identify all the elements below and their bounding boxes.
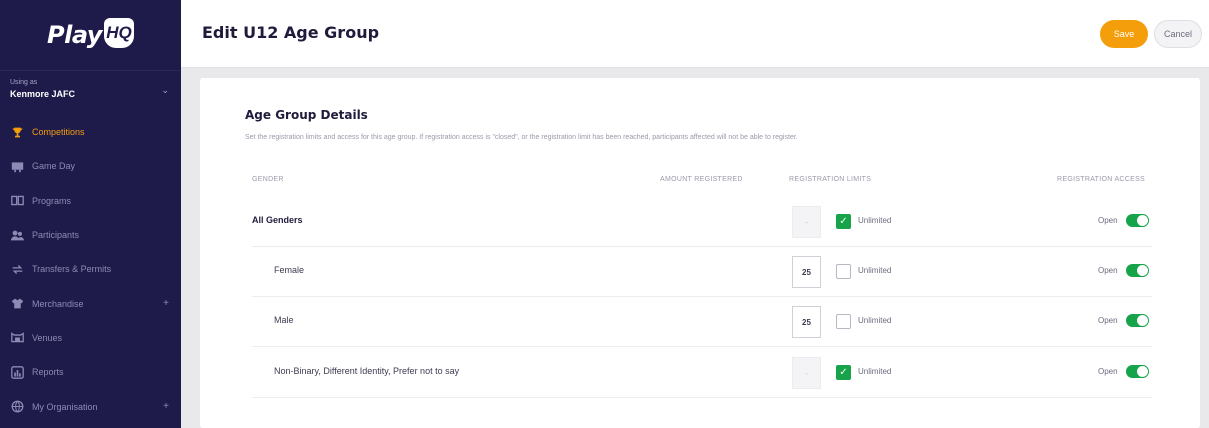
unlimited-label: Unlimited: [858, 367, 892, 376]
sidebar-item-label: Competitions: [32, 127, 85, 138]
report-icon: [10, 365, 24, 379]
unlimited-label: Unlimited: [858, 316, 892, 325]
registration-limit-input: -: [792, 206, 821, 238]
sidebar-item-venues[interactable]: Venues: [0, 321, 181, 355]
registration-limit-input[interactable]: 25: [792, 256, 821, 288]
sidebar-item-label: Reports: [32, 367, 64, 378]
gender-name: Female: [274, 265, 305, 275]
section-description: Set the registration limits and access f…: [245, 134, 798, 141]
expand-plus-icon: +: [163, 401, 169, 413]
transfer-icon: [10, 262, 24, 276]
registration-access-toggle[interactable]: [1126, 214, 1149, 227]
unlimited-checkbox[interactable]: [836, 314, 851, 329]
unlimited-checkbox[interactable]: [836, 264, 851, 279]
sidebar-item-merchandise[interactable]: Merchandise +: [0, 286, 181, 320]
organisation-name: Kenmore JAFC: [10, 89, 76, 99]
column-header-amount-registered: AMOUNT REGISTERED: [660, 176, 743, 183]
sidebar-item-label: Venues: [32, 332, 63, 343]
sidebar-item-label: Game Day: [32, 161, 76, 172]
registration-limit-input: -: [792, 357, 821, 389]
column-header-registration-limits: REGISTRATION LIMITS: [789, 176, 872, 183]
access-status-label: Open: [1098, 216, 1118, 225]
registration-limit-input[interactable]: 25: [792, 306, 821, 338]
registration-access-toggle[interactable]: [1126, 314, 1149, 327]
shirt-icon: [10, 297, 24, 311]
page-title: Edit U12 Age Group: [202, 23, 380, 42]
access-status-label: Open: [1098, 316, 1118, 325]
top-bar: Edit U12 Age Group Save Cancel: [181, 0, 1209, 68]
table-row: Non-Binary, Different Identity, Prefer n…: [252, 348, 1152, 398]
book-icon: [10, 194, 24, 208]
sidebar-item-competitions[interactable]: Competitions: [0, 115, 181, 149]
using-as-label: Using as: [10, 79, 38, 86]
people-icon: [10, 228, 24, 242]
playhq-logo[interactable]: Play HQ: [0, 0, 181, 70]
unlimited-checkbox[interactable]: ✓: [836, 214, 851, 229]
logo-badge: HQ: [103, 18, 134, 48]
expand-plus-icon: +: [163, 298, 169, 310]
access-status-label: Open: [1098, 367, 1118, 376]
gender-name: Non-Binary, Different Identity, Prefer n…: [274, 366, 460, 376]
chevron-down-icon: ⌄: [161, 85, 169, 95]
table-row: Male 25 Unlimited Open: [252, 297, 1152, 347]
column-header-registration-access: REGISTRATION ACCESS: [1057, 176, 1146, 183]
sidebar-item-label: Transfers & Permits: [32, 264, 112, 275]
sidebar-item-transfers-permits[interactable]: Transfers & Permits: [0, 252, 181, 286]
unlimited-checkbox[interactable]: ✓: [836, 365, 851, 380]
sidebar-item-label: My Organisation: [32, 401, 98, 412]
column-header-gender: GENDER: [252, 176, 284, 183]
registration-access-toggle[interactable]: [1126, 264, 1149, 277]
stadium-icon: [10, 331, 24, 345]
registration-access-toggle[interactable]: [1126, 365, 1149, 378]
sidebar-item-label: Participants: [32, 230, 80, 241]
table-row: All Genders - ✓ Unlimited Open: [252, 197, 1152, 247]
checkmark-icon: ✓: [839, 216, 848, 227]
unlimited-label: Unlimited: [858, 216, 892, 225]
sidebar-item-game-day[interactable]: Game Day: [0, 149, 181, 183]
save-button[interactable]: Save: [1100, 20, 1148, 48]
sidebar-item-programs[interactable]: Programs: [0, 184, 181, 218]
gender-name: All Genders: [252, 215, 303, 225]
gender-name: Male: [274, 315, 294, 325]
trophy-icon: [10, 125, 24, 139]
sidebar-item-label: Merchandise: [32, 298, 84, 309]
cancel-button[interactable]: Cancel: [1154, 20, 1202, 48]
sidebar-item-participants[interactable]: Participants: [0, 218, 181, 252]
access-status-label: Open: [1098, 266, 1118, 275]
sidebar-item-label: Programs: [32, 195, 72, 206]
scoreboard-icon: [10, 159, 24, 173]
age-group-details-card: Age Group Details Set the registration l…: [200, 78, 1200, 428]
sidebar-item-reports[interactable]: Reports: [0, 355, 181, 389]
table-row: Female 25 Unlimited Open: [252, 247, 1152, 297]
unlimited-label: Unlimited: [858, 266, 892, 275]
section-title: Age Group Details: [245, 108, 368, 122]
organisation-switcher[interactable]: Using as Kenmore JAFC ⌄: [0, 70, 181, 115]
organisation-icon: [10, 400, 24, 414]
sidebar-item-my-organisation[interactable]: My Organisation +: [0, 389, 181, 423]
sidebar: Play HQ Using as Kenmore JAFC ⌄ Competit…: [0, 0, 181, 428]
logo-text: Play: [47, 21, 102, 49]
checkmark-icon: ✓: [839, 367, 848, 378]
sidebar-nav: Competitions Game Day Programs Participants…: [0, 115, 181, 424]
